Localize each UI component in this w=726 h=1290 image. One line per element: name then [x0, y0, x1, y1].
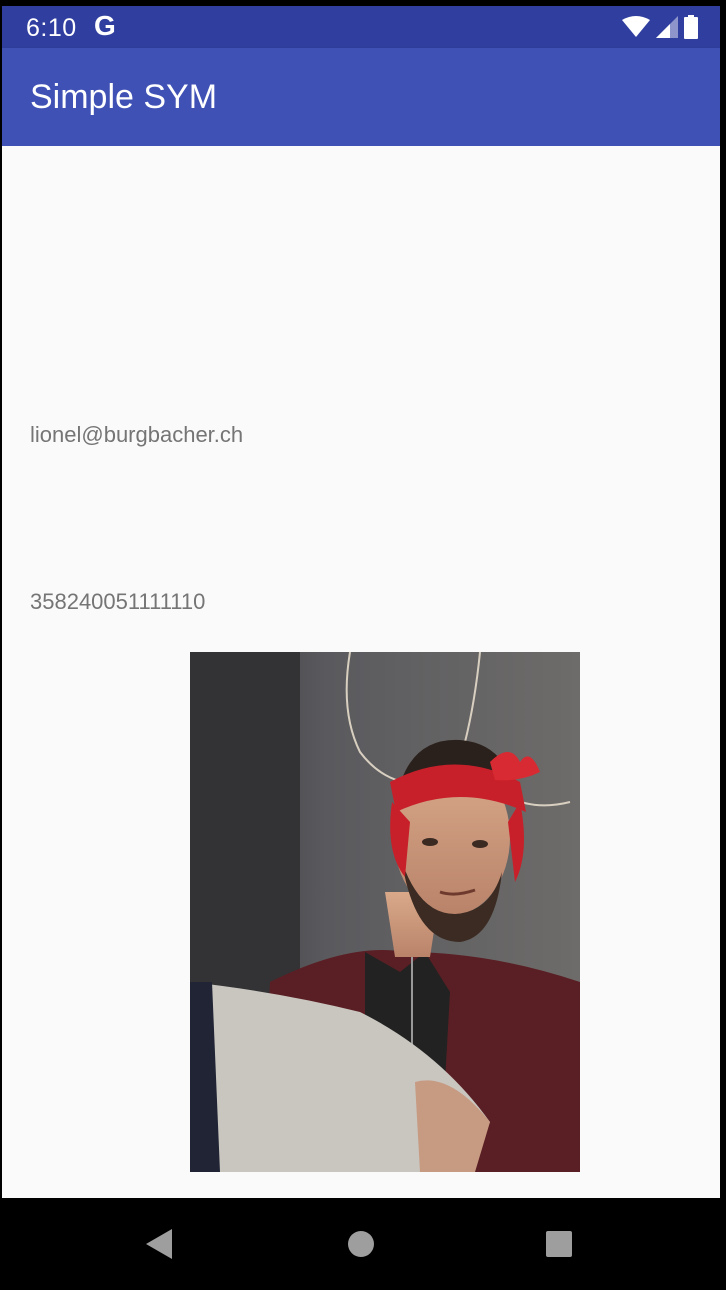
- status-icons: [622, 14, 698, 40]
- email-text: lionel@burgbacher.ch: [30, 422, 244, 447]
- signal-icon: [656, 16, 678, 38]
- wifi-icon: [622, 16, 650, 37]
- status-bar: 6:10 G: [2, 6, 720, 48]
- photo-illustration: [190, 652, 580, 1172]
- navigation-bar: [0, 1198, 726, 1290]
- recents-button[interactable]: [537, 1222, 581, 1266]
- recents-icon: [546, 1231, 572, 1257]
- google-icon: G: [94, 10, 116, 41]
- main-content: lionel@burgbacher.ch 358240051111110: [2, 146, 720, 1198]
- home-button[interactable]: [339, 1222, 383, 1266]
- profile-photo: [190, 652, 580, 1172]
- app-bar: Simple SYM: [2, 48, 720, 146]
- back-icon: [146, 1229, 172, 1259]
- app-title: Simple SYM: [30, 78, 218, 116]
- status-time: 6:10: [26, 14, 77, 42]
- battery-icon: [684, 15, 698, 39]
- home-icon: [348, 1231, 374, 1257]
- number-text: 358240051111110: [30, 589, 206, 614]
- back-button[interactable]: [138, 1222, 182, 1266]
